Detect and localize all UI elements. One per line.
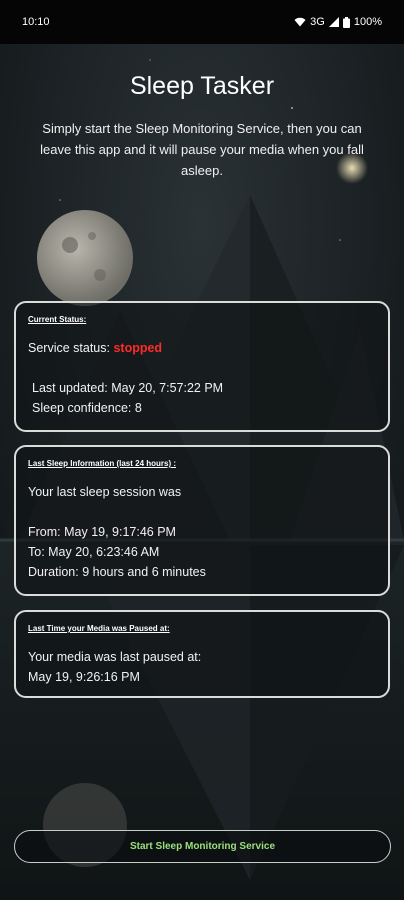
last-sleep-intro: Your last sleep session was — [28, 485, 182, 499]
status-indicators: 3G 100% — [294, 16, 382, 28]
battery-icon — [342, 16, 350, 28]
last-sleep-card: Last Sleep Information (last 24 hours) :… — [14, 445, 390, 596]
last-updated: Last updated: May 20, 7:57:22 PM — [32, 381, 224, 395]
last-sleep-heading: Last Sleep Information (last 24 hours) : — [28, 459, 177, 468]
sleep-to: To: May 20, 6:23:46 AM — [28, 545, 160, 559]
start-monitoring-button[interactable]: Start Sleep Monitoring Service — [14, 830, 391, 863]
signal-icon — [328, 17, 339, 27]
sleep-duration: Duration: 9 hours and 6 minutes — [28, 565, 206, 579]
battery-level: 100% — [353, 16, 382, 28]
service-status-value: stopped — [113, 341, 163, 355]
service-status-label: Service status: — [28, 341, 114, 355]
network-type: 3G — [310, 16, 325, 28]
wifi-icon — [294, 17, 306, 27]
media-paused-intro: Your media was last paused at: — [28, 650, 202, 664]
sleep-confidence: Sleep confidence: 8 — [32, 401, 142, 415]
sleep-from: From: May 19, 9:17:46 PM — [28, 525, 176, 539]
app-title: Sleep Tasker — [129, 72, 275, 100]
media-paused-card: Last Time your Media was Paused at: Your… — [14, 610, 390, 698]
service-status-line: Service status: stopped — [28, 338, 376, 358]
media-paused-time: May 19, 9:26:16 PM — [28, 670, 140, 684]
app-description: Simply start the Sleep Monitoring Servic… — [40, 121, 364, 178]
main-content: Sleep Tasker Simply start the Sleep Moni… — [0, 0, 404, 900]
status-time: 10:10 — [22, 16, 50, 28]
current-status-heading: Current Status: — [28, 315, 87, 324]
current-status-card: Current Status: Service status: stopped … — [14, 301, 390, 432]
media-paused-heading: Last Time your Media was Paused at: — [28, 624, 170, 633]
status-bar: 10:10 3G 100% — [0, 0, 404, 44]
